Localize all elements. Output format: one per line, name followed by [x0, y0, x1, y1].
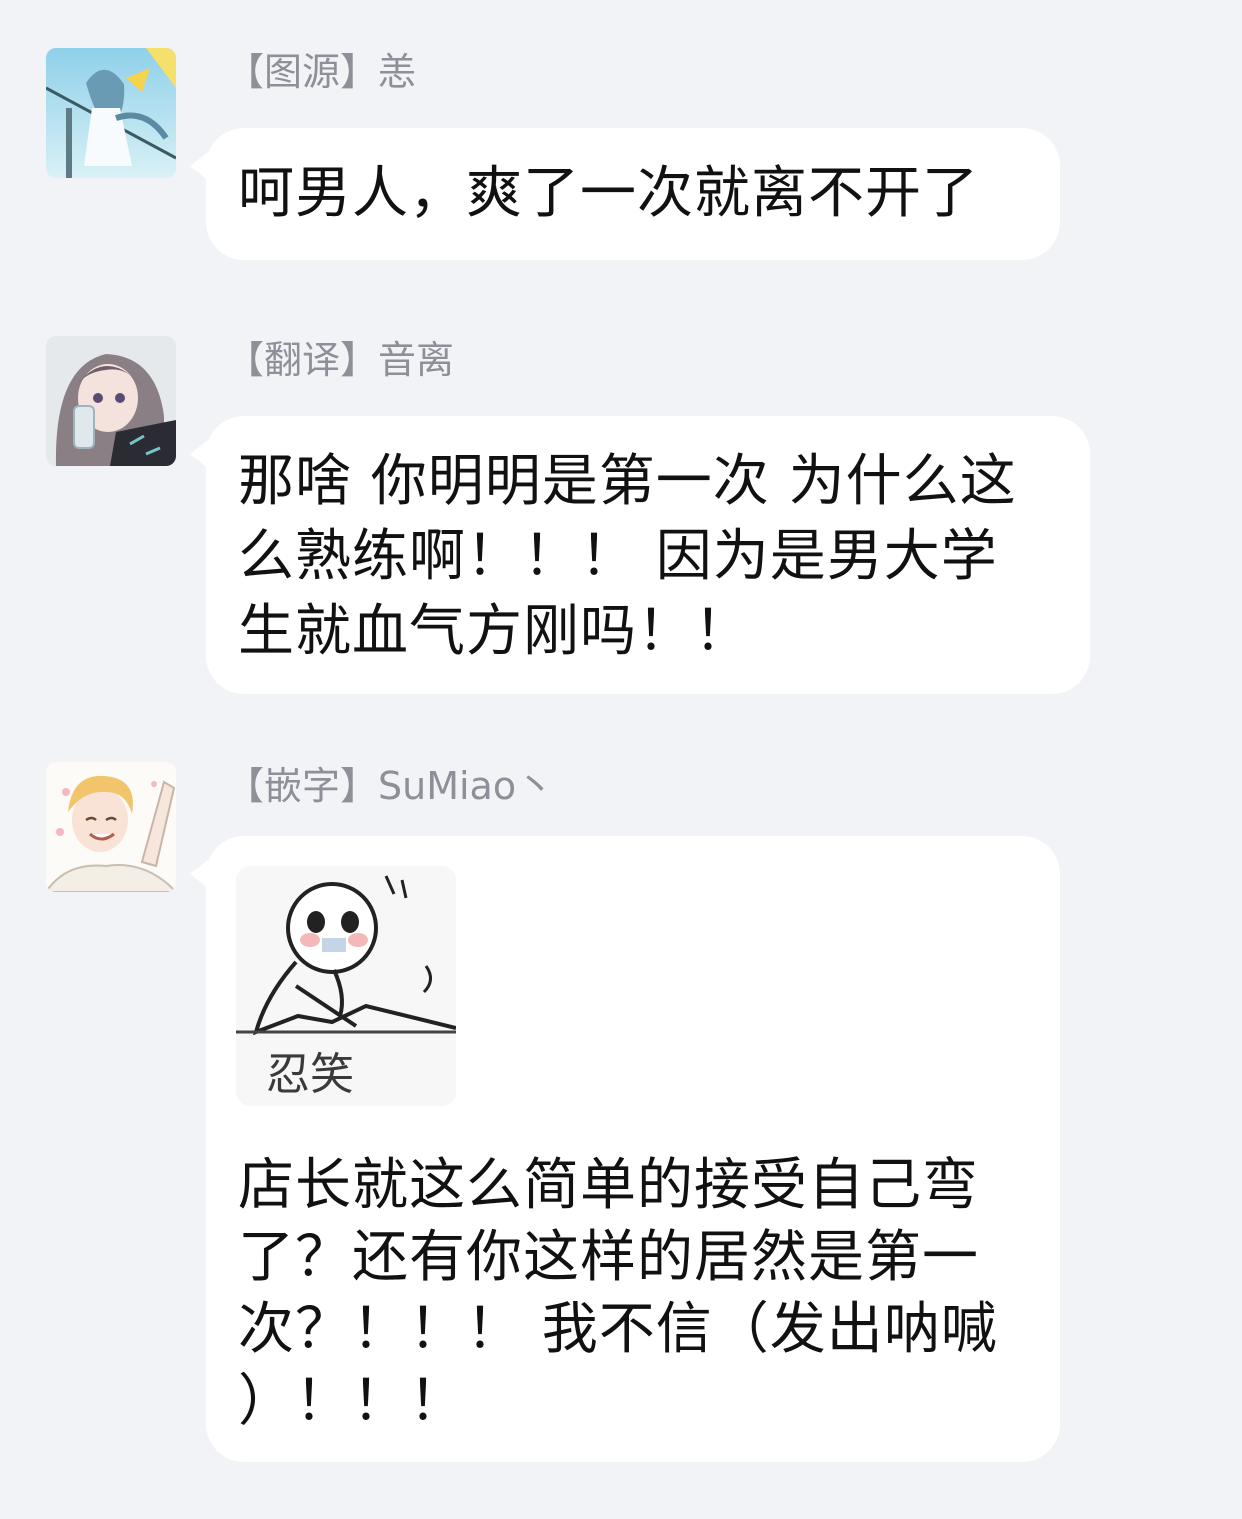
- avatar[interactable]: [46, 762, 176, 892]
- anime-girl-phone-avatar-icon: [46, 336, 176, 466]
- message-text-line: 那啥 你明明是第一次 为什么这: [238, 449, 1017, 514]
- message-text-line: 生就血气方刚吗！！: [238, 599, 751, 664]
- sender-name: 【翻译】音离: [226, 338, 455, 382]
- message-text-line: 了？还有你这样的居然是第一: [238, 1225, 979, 1290]
- sender-name: 【嵌字】SuMiao丶: [226, 764, 555, 808]
- sticker-image[interactable]: 忍笑: [236, 866, 456, 1106]
- sticker-caption: 忍笑: [266, 1049, 354, 1100]
- message-text-line: ）！！！: [238, 1369, 466, 1434]
- anime-girl-avatar-icon: [46, 48, 176, 178]
- message-text-line: 次？！！！ 我不信（发出呐喊: [238, 1297, 998, 1362]
- avatar[interactable]: [46, 336, 176, 466]
- message-bubble[interactable]: 呵男人，爽了一次就离不开了: [190, 128, 1060, 260]
- message-text-line: 店长就这么简单的接受自己弯: [238, 1153, 979, 1218]
- message-bubble[interactable]: 那啥 你明明是第一次 为什么这 么熟练啊！！！ 因为是男大学 生就血气方刚吗！！: [190, 416, 1090, 694]
- message-text-line: 么熟练啊！！！ 因为是男大学: [238, 524, 998, 589]
- smiling-blond-boy-avatar-icon: [46, 762, 176, 892]
- sender-name: 【图源】恙: [226, 50, 417, 94]
- avatar[interactable]: [46, 48, 176, 178]
- message-bubble[interactable]: 忍笑 店长就这么简单的接受自己弯 了？还有你这样的居然是第一 次？！！！ 我不信…: [190, 836, 1060, 1462]
- message-text: 呵男人，爽了一次就离不开了: [238, 161, 979, 226]
